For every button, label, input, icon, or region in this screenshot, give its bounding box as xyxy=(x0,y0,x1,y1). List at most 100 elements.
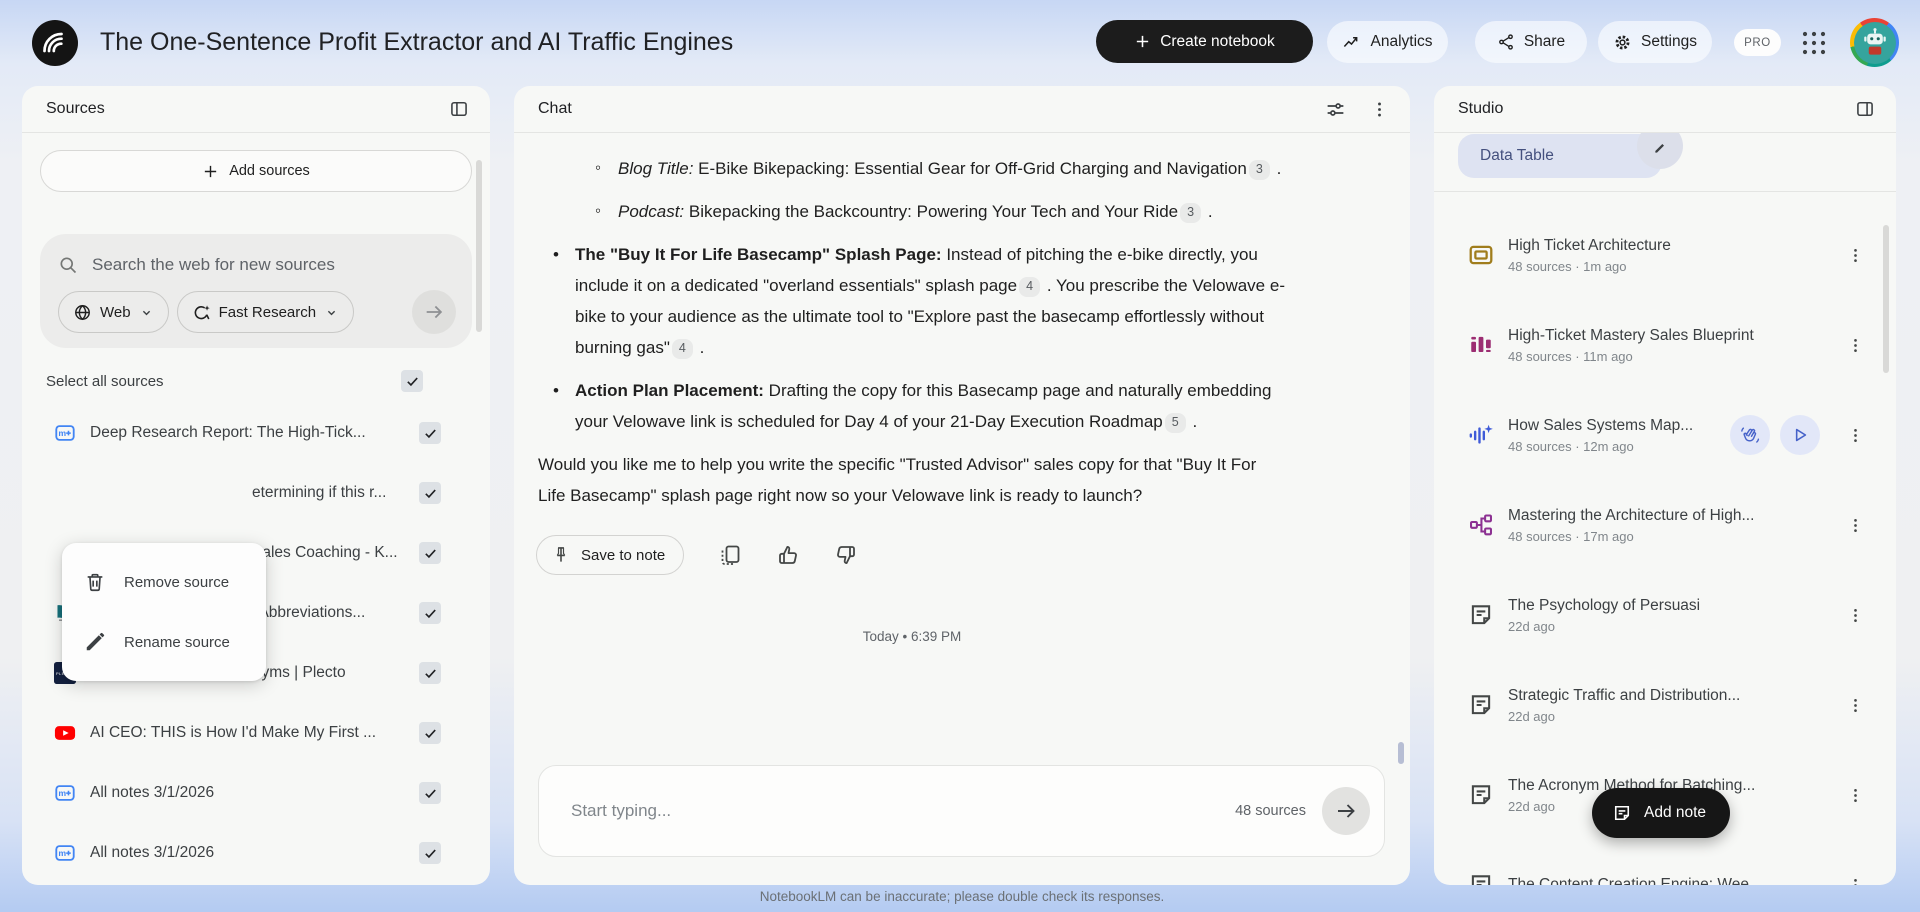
studio-item-meta: 48 sources · 17m ago xyxy=(1508,528,1634,544)
thumbs-down-icon[interactable] xyxy=(834,543,858,567)
more-options-button[interactable] xyxy=(1842,512,1868,538)
citation-badge[interactable]: 3 xyxy=(1248,159,1270,180)
svg-text:m: m xyxy=(58,428,66,438)
chat-settings-tune-icon[interactable] xyxy=(1322,96,1348,122)
send-message-button[interactable] xyxy=(1322,787,1370,835)
sources-panel: Sources Add sources Web xyxy=(22,86,490,885)
studio-item-title: High-Ticket Mastery Sales Blueprint xyxy=(1508,326,1754,344)
sources-scrollbar[interactable] xyxy=(476,160,482,332)
studio-item-meta: 48 sources · 1m ago xyxy=(1508,258,1627,274)
data-table-chip[interactable]: Data Table xyxy=(1458,133,1683,178)
rename-source-menu-item[interactable]: Rename source xyxy=(62,612,266,672)
chevron-down-icon xyxy=(328,310,336,315)
citation-badge[interactable]: 4 xyxy=(1019,276,1041,297)
source-context-menu: Remove source Rename source xyxy=(62,543,266,681)
source-row[interactable]: m Deep Research Report: The High-Tick... xyxy=(22,403,490,463)
studio-scrollbar[interactable] xyxy=(1883,225,1889,373)
source-row[interactable]: m All notes 3/1/2026 xyxy=(22,763,490,823)
chat-input[interactable] xyxy=(571,801,1236,821)
collapse-sources-panel-icon[interactable] xyxy=(446,96,472,122)
save-to-note-button[interactable]: Save to note xyxy=(536,535,685,575)
studio-item-meta: 22d ago xyxy=(1508,708,1555,724)
plus-icon xyxy=(1137,35,1149,48)
studio-item-title: Strategic Traffic and Distribution... xyxy=(1508,686,1741,704)
notebook-title[interactable]: The One-Sentence Profit Extractor and AI… xyxy=(100,28,733,57)
top-header: The One-Sentence Profit Extractor and AI… xyxy=(0,0,1920,86)
play-icon xyxy=(1790,425,1810,445)
studio-panel: Studio Data Table High Ticket Architectu… xyxy=(1434,86,1896,885)
citation-badge[interactable]: 5 xyxy=(1164,412,1186,433)
web-filter-dropdown[interactable]: Web xyxy=(58,291,169,333)
source-checkbox[interactable] xyxy=(419,482,441,504)
more-options-button[interactable] xyxy=(1842,242,1868,268)
collapse-studio-panel-icon[interactable] xyxy=(1852,96,1878,122)
studio-item[interactable]: The Content Creation Engine: Wee... xyxy=(1434,840,1896,885)
source-row[interactable]: m All notes 3/1/2026 xyxy=(22,823,490,883)
interactive-mode-button[interactable] xyxy=(1730,415,1770,455)
chat-more-options-icon[interactable] xyxy=(1366,96,1392,122)
source-row[interactable]: AI CEO: THIS is How I'd Make My First ..… xyxy=(22,703,490,763)
apps-grid-icon[interactable] xyxy=(1800,29,1828,57)
thumbs-up-icon[interactable] xyxy=(776,543,800,567)
svg-text:m: m xyxy=(58,788,66,798)
more-options-button[interactable] xyxy=(1842,602,1868,628)
select-all-checkbox[interactable] xyxy=(401,370,423,392)
chat-bullet-item: Action Plan Placement: Drafting the copy… xyxy=(553,375,1286,437)
chat-input-bar: 48 sources xyxy=(538,765,1385,857)
chat-message-area: Blog Title: E-Bike Bikepacking: Essentia… xyxy=(514,133,1410,750)
add-sources-button[interactable]: Add sources xyxy=(40,150,472,192)
source-checkbox[interactable] xyxy=(419,422,441,444)
more-options-button[interactable] xyxy=(1842,692,1868,718)
source-checkbox[interactable] xyxy=(419,782,441,804)
search-submit-button[interactable] xyxy=(412,290,456,334)
more-options-button[interactable] xyxy=(1842,422,1868,448)
chat-scrollbar[interactable] xyxy=(1398,742,1404,764)
kebab-icon xyxy=(1846,516,1865,535)
copy-response-icon[interactable] xyxy=(718,543,742,567)
studio-item[interactable]: High-Ticket Mastery Sales Blueprint 48 so… xyxy=(1434,300,1896,390)
source-checkbox[interactable] xyxy=(419,662,441,684)
play-audio-button[interactable] xyxy=(1780,415,1820,455)
table-icon xyxy=(1468,242,1494,268)
remove-source-menu-item[interactable]: Remove source xyxy=(62,552,266,612)
create-notebook-button[interactable]: Create notebook xyxy=(1096,20,1313,63)
source-checkbox[interactable] xyxy=(419,602,441,624)
note-icon xyxy=(1468,602,1494,628)
add-note-button[interactable]: Add note xyxy=(1592,788,1731,838)
note-icon xyxy=(1468,692,1494,718)
wave-icon xyxy=(1740,425,1760,445)
analytics-button[interactable]: Analytics xyxy=(1327,21,1448,63)
pin-icon xyxy=(556,547,566,562)
source-checkbox[interactable] xyxy=(419,842,441,864)
flow-icon xyxy=(1468,512,1494,538)
share-icon xyxy=(1498,34,1513,50)
citation-badge[interactable]: 4 xyxy=(671,338,693,359)
more-options-button[interactable] xyxy=(1842,872,1868,885)
studio-item[interactable]: Mastering the Architecture of High... 48 … xyxy=(1434,480,1896,570)
sources-panel-title: Sources xyxy=(46,100,105,117)
more-options-button[interactable] xyxy=(1842,332,1868,358)
chevron-down-icon xyxy=(142,310,150,315)
trending-up-icon xyxy=(1344,36,1358,47)
source-label: etermining if this r... xyxy=(252,484,387,501)
chat-panel-title: Chat xyxy=(538,100,572,117)
citation-badge[interactable]: 3 xyxy=(1180,202,1202,223)
more-options-button[interactable] xyxy=(1842,782,1868,808)
studio-item[interactable]: Strategic Traffic and Distribution... 22d… xyxy=(1434,660,1896,750)
edit-chip-button[interactable] xyxy=(1637,133,1683,169)
source-checkbox[interactable] xyxy=(419,722,441,744)
search-input[interactable] xyxy=(92,255,456,275)
settings-button[interactable]: Settings xyxy=(1598,21,1712,63)
web-search-box: Web Fast Research xyxy=(40,234,472,348)
gear-icon xyxy=(1615,35,1630,49)
share-button[interactable]: Share xyxy=(1475,21,1587,63)
studio-item[interactable]: High Ticket Architecture 48 sources · 1m … xyxy=(1434,210,1896,300)
research-mode-dropdown[interactable]: Fast Research xyxy=(176,291,355,333)
notebooklm-logo-icon[interactable] xyxy=(32,20,78,66)
avatar[interactable] xyxy=(1850,18,1899,67)
youtube-icon xyxy=(54,722,76,744)
studio-item[interactable]: How Sales Systems Map... 48 sources · 12m… xyxy=(1434,390,1896,480)
source-checkbox[interactable] xyxy=(419,542,441,564)
source-row[interactable]: etermining if this r... xyxy=(22,463,490,523)
studio-item[interactable]: The Psychology of Persuasi 22d ago xyxy=(1434,570,1896,660)
